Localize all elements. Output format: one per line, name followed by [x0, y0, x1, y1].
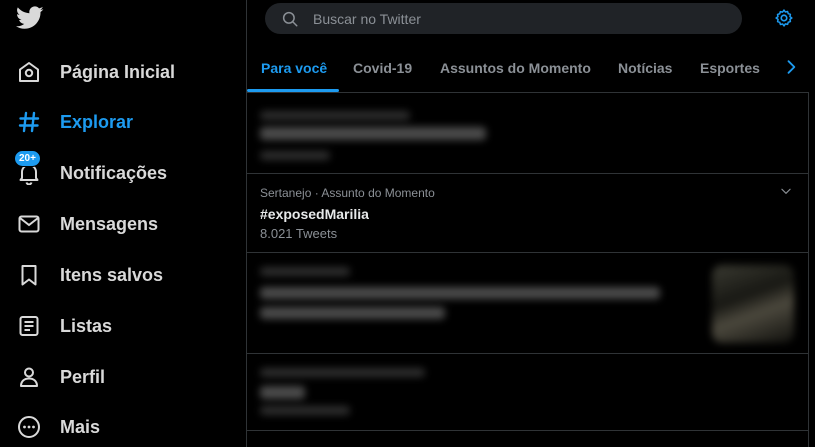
sidebar-item-label: Itens salvos [60, 264, 164, 285]
chevron-right-icon[interactable] [781, 57, 801, 77]
sidebar-item-bookmarks[interactable]: Itens salvos [16, 258, 163, 292]
tab-covid[interactable]: Covid-19 [353, 45, 412, 91]
sidebar-item-label: Página Inicial [60, 61, 176, 82]
sidebar: Página Inicial Explorar 20+ Notificações… [0, 0, 247, 447]
gear-icon[interactable] [774, 8, 794, 28]
sidebar-item-label: Perfil [60, 366, 106, 387]
person-icon [16, 364, 42, 390]
twitter-logo-icon[interactable] [16, 6, 44, 30]
explore-tabs: Para você Covid-19 Assuntos do Momento N… [247, 45, 808, 93]
tab-news[interactable]: Notícias [618, 45, 672, 91]
tab-for-you[interactable]: Para você [261, 45, 327, 91]
trend-item[interactable] [247, 93, 808, 174]
trend-item[interactable]: Sertanejo · Assunto do Momento #exposedM… [247, 174, 808, 253]
sidebar-item-profile[interactable]: Perfil [16, 360, 105, 394]
list-icon [16, 313, 42, 339]
content-divider [808, 92, 809, 447]
more-circle-icon [16, 414, 42, 440]
sidebar-item-label: Notificações [60, 162, 168, 183]
bell-icon: 20+ [14, 150, 42, 186]
trend-name[interactable]: #exposedMarilia [260, 206, 369, 222]
chevron-down-icon[interactable] [779, 184, 793, 198]
sidebar-item-explore[interactable]: Explorar [16, 105, 133, 139]
trend-item[interactable] [247, 354, 808, 431]
home-icon [16, 59, 42, 85]
bookmark-icon [16, 262, 42, 288]
tab-sports[interactable]: Esportes [700, 45, 760, 91]
trend-thumbnail [712, 265, 794, 343]
sidebar-item-lists[interactable]: Listas [16, 309, 112, 343]
trend-item[interactable] [247, 253, 808, 354]
sidebar-item-label: Mensagens [60, 213, 159, 234]
hashtag-icon [16, 109, 42, 135]
sidebar-item-more[interactable]: Mais [16, 410, 100, 444]
search-input[interactable] [311, 9, 715, 28]
tab-trending[interactable]: Assuntos do Momento [440, 45, 591, 91]
sidebar-item-label: Explorar [60, 111, 134, 132]
sidebar-item-home[interactable]: Página Inicial [16, 55, 175, 89]
sidebar-item-label: Mais [60, 416, 101, 437]
sidebar-item-notifications[interactable]: 20+ Notificações [14, 150, 168, 190]
trend-tweet-count: 8.021 Tweets [260, 226, 338, 241]
sidebar-item-label: Listas [60, 315, 113, 336]
trend-category: Sertanejo · Assunto do Momento [260, 186, 435, 200]
envelope-icon [16, 211, 42, 237]
notification-badge: 20+ [14, 150, 41, 167]
sidebar-item-messages[interactable]: Mensagens [16, 207, 158, 241]
search-bar[interactable] [265, 3, 742, 34]
search-icon [282, 11, 298, 26]
active-tab-indicator [247, 89, 339, 92]
